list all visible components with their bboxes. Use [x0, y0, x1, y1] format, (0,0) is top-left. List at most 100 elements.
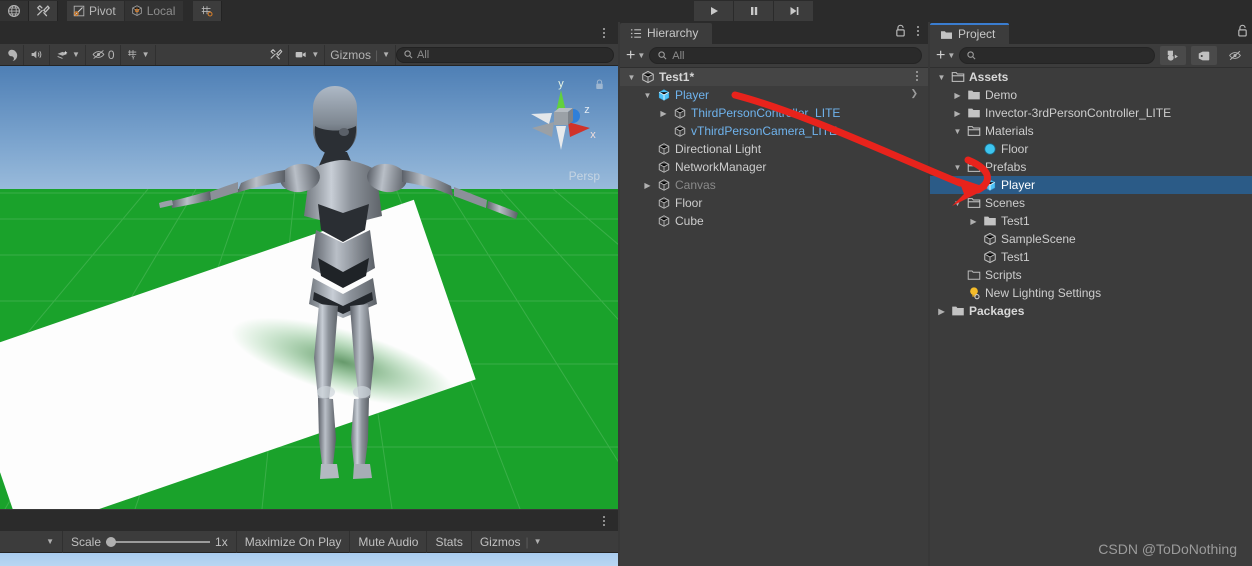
tab-hierarchy[interactable]: Hierarchy: [620, 22, 713, 44]
expand-arrow-down-icon[interactable]: ▼: [642, 91, 653, 100]
play-button[interactable]: [694, 1, 733, 21]
open-prefab-chevron-icon[interactable]: ❯: [910, 88, 918, 99]
expand-arrow-down-icon[interactable]: ▼: [626, 73, 637, 82]
play-controls: [694, 1, 813, 21]
grid-snapping-icon[interactable]: [193, 1, 223, 21]
game-options-kebab-icon[interactable]: [598, 512, 610, 530]
maximize-on-play-toggle[interactable]: Maximize On Play: [235, 530, 350, 553]
project-row[interactable]: ▼ Materials: [930, 122, 1252, 140]
hierarchy-row[interactable]: ▶ Floor: [620, 194, 928, 212]
camera-settings-dropdown[interactable]: ▼: [289, 44, 326, 65]
aspect-dropdown[interactable]: ▼: [0, 531, 62, 553]
transform-tool-icon[interactable]: [29, 1, 58, 21]
create-caret-icon[interactable]: ▼: [637, 51, 645, 60]
stats-toggle[interactable]: Stats: [426, 530, 470, 553]
draw-mode-icon[interactable]: [0, 44, 24, 65]
project-row[interactable]: ▶ Floor: [930, 140, 1252, 158]
scene-projection-label: Persp: [568, 169, 600, 183]
scene-options-kebab-icon[interactable]: [598, 24, 610, 42]
expand-arrow-right-icon[interactable]: ▶: [952, 91, 963, 100]
scene-fx-dropdown[interactable]: ▼: [50, 44, 86, 65]
hierarchy-row[interactable]: ▶ ThirdPersonController_LITE: [620, 104, 928, 122]
create-asset-caret-icon[interactable]: ▼: [947, 51, 955, 60]
project-search-input[interactable]: [959, 47, 1155, 64]
expand-arrow-right-icon[interactable]: ▶: [642, 181, 653, 190]
project-toolbar: + ▼: [930, 44, 1252, 68]
lock-icon[interactable]: [1237, 24, 1248, 37]
project-row[interactable]: ▶ Test1: [930, 212, 1252, 230]
expand-arrow-down-icon[interactable]: ▼: [952, 127, 963, 136]
step-button[interactable]: [774, 1, 813, 21]
project-row[interactable]: ▶ SampleScene: [930, 230, 1252, 248]
game-gizmos-dropdown[interactable]: Gizmos | ▼: [470, 530, 546, 553]
gizmos-caret-icon[interactable]: ▼: [382, 50, 390, 59]
mute-audio-toggle[interactable]: Mute Audio: [349, 530, 426, 553]
create-gameobject-button[interactable]: + ▼: [626, 47, 645, 64]
hierarchy-row[interactable]: ▶ Cube: [620, 212, 928, 230]
expand-arrow-down-icon[interactable]: ▼: [952, 163, 963, 172]
aspect-caret-icon[interactable]: ▼: [46, 537, 54, 546]
gameobject-cube-icon: [674, 107, 686, 119]
hierarchy-search-input[interactable]: All: [649, 47, 922, 64]
expand-arrow-down-icon[interactable]: ▼: [936, 73, 947, 82]
audio-toggle-icon[interactable]: [24, 44, 50, 65]
expand-arrow-right-icon[interactable]: ▶: [968, 217, 979, 226]
hierarchy-item-label: Cube: [675, 214, 704, 228]
grid-caret-icon[interactable]: ▼: [142, 50, 150, 59]
project-item-label: Assets: [969, 70, 1009, 84]
expand-arrow-right-icon[interactable]: ▶: [658, 109, 669, 118]
project-row[interactable]: ▼ Assets: [930, 68, 1252, 86]
game-viewport[interactable]: [0, 553, 618, 566]
project-row[interactable]: ▶ New Lighting Settings: [930, 284, 1252, 302]
project-row[interactable]: ▶ Test1: [930, 248, 1252, 266]
search-icon: [658, 51, 667, 60]
camera-caret-icon[interactable]: ▼: [311, 50, 319, 59]
project-row[interactable]: ▶ Invector-3rdPersonController_LITE: [930, 104, 1252, 122]
pause-button[interactable]: [734, 1, 773, 21]
project-row[interactable]: ▼ Prefabs: [930, 158, 1252, 176]
game-gizmos-caret-icon[interactable]: ▼: [534, 537, 542, 546]
hierarchy-tree: ▼ Test1* ▼ Player ❯ ▶ ThirdPersonController_LI…: [620, 68, 928, 230]
scale-slider-knob[interactable]: [106, 536, 117, 547]
scene-visibility-icon[interactable]: [1222, 46, 1248, 65]
expand-arrow-right-icon[interactable]: ▶: [936, 307, 947, 316]
project-row[interactable]: ▶ Player: [930, 176, 1252, 194]
expand-arrow-right-icon[interactable]: ▶: [952, 109, 963, 118]
hierarchy-row[interactable]: ▶ vThirdPersonCamera_LITE: [620, 122, 928, 140]
hierarchy-row[interactable]: ▶ Canvas: [620, 176, 928, 194]
scene-row-kebab-icon[interactable]: [916, 71, 918, 81]
prefab-cube-icon: [658, 89, 670, 101]
project-row[interactable]: ▶ Demo: [930, 86, 1252, 104]
grid-visibility-dropdown[interactable]: ▼: [121, 44, 156, 65]
hierarchy-row[interactable]: ▼ Test1*: [620, 68, 928, 86]
project-row[interactable]: ▼ Scenes: [930, 194, 1252, 212]
scene-visibility-toggle[interactable]: 0: [86, 44, 121, 65]
scene-orientation-gizmo[interactable]: y z x: [522, 76, 600, 164]
folder-open-icon: [967, 126, 981, 136]
fx-caret-icon[interactable]: ▼: [72, 50, 80, 59]
local-toggle[interactable]: Local: [124, 1, 185, 21]
expand-arrow-down-icon[interactable]: ▼: [952, 199, 963, 208]
tab-project[interactable]: Project: [930, 22, 1010, 44]
scene-viewport[interactable]: y z x Persp: [0, 66, 618, 509]
scene-tools-icon[interactable]: [264, 44, 290, 65]
lock-icon[interactable]: [895, 24, 906, 37]
project-row[interactable]: ▶ Scripts: [930, 266, 1252, 284]
watermark: CSDN @ToDoNothing: [1098, 541, 1237, 557]
project-item-label: Scenes: [985, 196, 1026, 210]
gizmos-dropdown[interactable]: Gizmos | ▼: [325, 44, 396, 65]
hierarchy-kebab-icon[interactable]: [912, 24, 924, 37]
create-asset-button[interactable]: + ▼: [936, 47, 955, 64]
hierarchy-row[interactable]: ▼ Player ❯: [620, 86, 928, 104]
hand-tool-icon[interactable]: [0, 1, 29, 21]
hierarchy-row[interactable]: ▶ NetworkManager: [620, 158, 928, 176]
gameobject-cube-icon: [658, 215, 670, 227]
scene-search-input[interactable]: All: [396, 46, 614, 63]
filter-by-label-icon[interactable]: [1191, 46, 1217, 65]
hierarchy-row[interactable]: ▶ Directional Light: [620, 140, 928, 158]
filter-by-type-icon[interactable]: [1160, 46, 1186, 65]
project-row[interactable]: ▶ Packages: [930, 302, 1252, 320]
pivot-toggle[interactable]: Pivot: [67, 1, 125, 21]
scale-slider[interactable]: Scale 1x: [62, 530, 236, 553]
scale-slider-track[interactable]: [106, 536, 211, 547]
